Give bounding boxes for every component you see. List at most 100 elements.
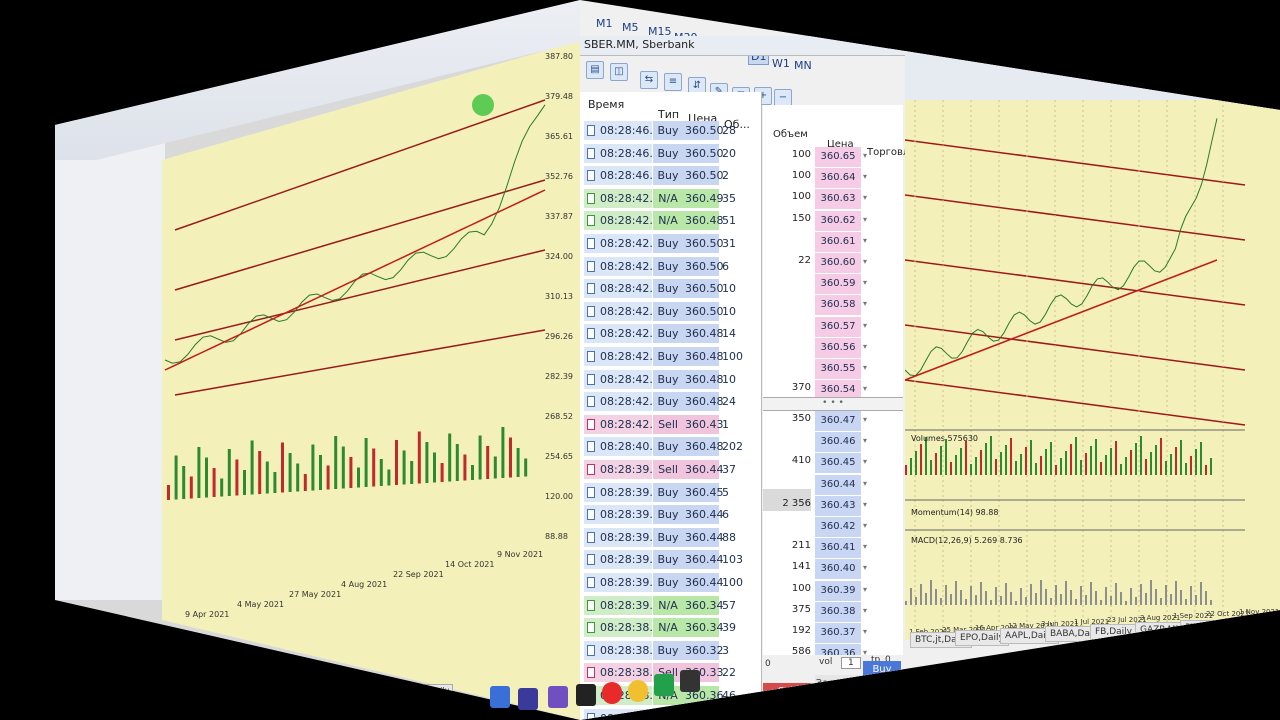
chevron-down-icon[interactable]: ▾	[863, 585, 873, 597]
shield-icon[interactable]	[680, 670, 700, 692]
timeframe-m5[interactable]: M5	[620, 20, 641, 35]
trade-row[interactable]: 08:28:39... Buy 360.44 6	[580, 504, 762, 525]
ask-row[interactable]: 360.61 ▾	[763, 231, 903, 253]
chevron-down-icon[interactable]: ▾	[863, 257, 873, 269]
trade-row[interactable]: 08:28:46... Buy 360.50 20	[580, 143, 762, 164]
chevron-down-icon[interactable]: ▾	[863, 500, 873, 512]
chart-icon[interactable]: ▤	[586, 61, 604, 79]
save-icon[interactable]	[518, 688, 538, 710]
trade-row[interactable]: 08:28:42... Buy 360.50 10	[580, 301, 762, 322]
ask-row[interactable]: 150 360.62 ▾	[763, 210, 903, 232]
chevron-down-icon[interactable]: ▾	[863, 342, 873, 354]
buy-button[interactable]: Buy	[863, 661, 901, 679]
app-green-icon[interactable]	[654, 674, 674, 696]
trade-row[interactable]: 08:28:39... Buy 360.44 100	[580, 572, 762, 593]
chevron-down-icon[interactable]: ▾	[863, 236, 873, 248]
chevron-down-icon[interactable]: ▾	[863, 436, 873, 448]
trade-row[interactable]: 08:28:40... Buy 360.48 202	[580, 436, 762, 457]
trade-row[interactable]: 08:28:42... Buy 360.48 24	[580, 391, 762, 412]
folder-icon[interactable]	[490, 686, 510, 708]
trade-row[interactable]: 08:28:39... N/A 360.34 57	[580, 595, 762, 616]
opera-icon[interactable]	[602, 682, 622, 704]
bid-row[interactable]: 410 360.45 ▾	[763, 453, 903, 474]
bid-row[interactable]: 192 360.37 ▾	[763, 623, 903, 644]
ask-row[interactable]: 22 360.60 ▾	[763, 253, 903, 274]
chevron-down-icon[interactable]: ▾	[863, 299, 873, 311]
trade-row[interactable]: 08:28:42... N/A 360.49 35	[580, 188, 762, 209]
bid-row[interactable]: 100 360.39 ▾	[763, 580, 903, 602]
chevron-down-icon[interactable]: ▾	[863, 563, 873, 575]
trade-row[interactable]: 08:28:42... Buy 360.50 31	[580, 233, 762, 254]
trade-row[interactable]: 08:28:46... Buy 360.50 28	[580, 120, 762, 141]
depth-icon[interactable]: ◫	[610, 63, 628, 81]
qty-input[interactable]: 0	[765, 659, 771, 669]
ask-row[interactable]: 100 360.65 ▾	[763, 147, 903, 168]
chevron-down-icon[interactable]: ▾	[863, 521, 873, 533]
book-col-volume[interactable]: Объем	[773, 129, 808, 140]
trade-row[interactable]: 08:28:42... Buy 360.48 10	[580, 369, 762, 390]
sell-button[interactable]: Sell	[763, 683, 811, 701]
bid-row[interactable]: 350 360.47 ▾	[763, 411, 903, 432]
chrome-icon[interactable]	[628, 680, 648, 702]
bid-row[interactable]: 141 360.40 ▾	[763, 559, 903, 580]
bid-row[interactable]: 360.44 ▾	[763, 474, 903, 496]
ask-row[interactable]: 360.56 ▾	[763, 337, 903, 359]
bid-row[interactable]: 360.46 ▾	[763, 432, 903, 453]
vol-input[interactable]: 1	[841, 657, 861, 669]
bid-row[interactable]: 2 356 360.43 ▾	[763, 495, 903, 517]
trade-row[interactable]: 08:28:39... Buy 360.45 5	[580, 482, 762, 503]
chart-tab[interactable]: RTSI22,H1	[1180, 620, 1237, 636]
trade-row[interactable]: 08:28:42... Sell 360.43 1	[580, 414, 762, 435]
chevron-down-icon[interactable]: ▾	[863, 542, 873, 554]
chevron-down-icon[interactable]: ▾	[863, 278, 873, 290]
autotrade-icon[interactable]	[1245, 60, 1257, 72]
autotrade-button[interactable]: Автотрейдинг	[1261, 60, 1280, 71]
chevron-down-icon[interactable]: ▾	[863, 384, 873, 396]
chevron-down-icon[interactable]: ▾	[863, 606, 873, 618]
trade-row[interactable]: 08:28:42... Buy 360.48 100	[580, 346, 762, 367]
layout-icon[interactable]: ≡	[664, 73, 682, 91]
trade-row[interactable]: 08:28:38... N/A 360.34 39	[580, 617, 762, 638]
ask-row[interactable]: 100 360.64 ▾	[763, 168, 903, 189]
trade-row[interactable]: 08:28:42... Buy 360.48 14	[580, 323, 762, 344]
pen-icon[interactable]	[548, 686, 568, 708]
chevron-down-icon[interactable]: ▾	[863, 627, 873, 639]
trade-row[interactable]: 08:28:42... Buy 360.50 6	[580, 256, 762, 277]
chevron-down-icon[interactable]: ▾	[863, 321, 873, 333]
ask-row[interactable]: 360.59 ▾	[763, 274, 903, 295]
trade-row[interactable]: 08:28:39... Buy 360.44 103	[580, 549, 762, 570]
chart-tab[interactable]: FB,Daily	[1090, 624, 1137, 640]
ask-row[interactable]: 100 360.63 ▾	[763, 189, 903, 210]
chevron-down-icon[interactable]: ▾	[863, 363, 873, 375]
trade-row[interactable]: 08:28:39... Buy 360.44 88	[580, 527, 762, 548]
chart-tab[interactable]: GAZP,MM,H1	[1135, 622, 1204, 638]
chart-tab[interactable]: SBER,MM,Dail	[1225, 618, 1280, 634]
columns-icon[interactable]: ⇆	[640, 71, 658, 89]
ask-row[interactable]: 360.57 ▾	[763, 316, 903, 338]
bid-row[interactable]: 360.42 ▾	[763, 517, 903, 538]
left-volume-bar	[341, 446, 345, 489]
trade-row[interactable]: 08:28:42... N/A 360.48 51	[580, 210, 762, 231]
jzt-icon[interactable]	[576, 684, 596, 706]
ask-row[interactable]: 360.55 ▾	[763, 359, 903, 380]
trade-row[interactable]: 08:28:42... Buy 360.50 10	[580, 278, 762, 299]
timeframe-m1[interactable]: M1	[594, 16, 615, 31]
trade-row[interactable]: 08:28:39... Sell 360.44 37	[580, 459, 762, 480]
chevron-down-icon[interactable]: ▾	[863, 215, 873, 227]
bid-row[interactable]: 375 360.38 ▾	[763, 601, 903, 623]
menu-help[interactable]: Справка	[858, 20, 902, 31]
menu-service[interactable]: Сервис	[785, 2, 822, 13]
menu-window[interactable]: Окно	[825, 10, 852, 21]
chevron-down-icon[interactable]: ▾	[863, 415, 873, 427]
chevron-down-icon[interactable]: ▾	[863, 172, 873, 184]
chevron-down-icon[interactable]: ▾	[863, 151, 873, 163]
trade-row[interactable]: 08:28:38... Buy 360.32 3	[580, 640, 762, 661]
bid-row[interactable]: 211 360.41 ▾	[763, 538, 903, 559]
trade-row[interactable]: 08:28:46... Buy 360.50 2	[580, 165, 762, 186]
close-button[interactable]: Закрыть	[815, 675, 861, 693]
chevron-down-icon[interactable]: ▾	[863, 479, 873, 491]
price-chart[interactable]: Volumes 575630 Momentum(14) 98.88 MACD(1…	[905, 100, 1280, 640]
chevron-down-icon[interactable]: ▾	[863, 193, 873, 205]
chevron-down-icon[interactable]: ▾	[863, 457, 873, 469]
ask-row[interactable]: 360.58 ▾	[763, 295, 903, 316]
